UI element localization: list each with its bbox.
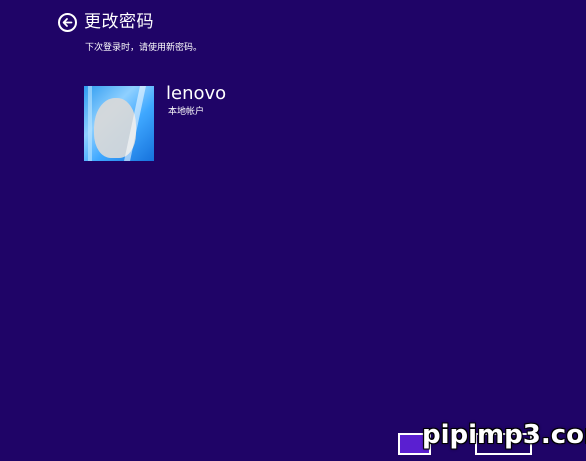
back-button[interactable] xyxy=(58,12,77,32)
avatar-highlight xyxy=(88,86,92,161)
header: 更改密码 xyxy=(58,10,154,34)
watermark-text: pipimp3.com xyxy=(422,420,586,450)
account-username: lenovo xyxy=(166,83,227,104)
back-arrow-icon xyxy=(62,17,73,27)
account-type: 本地帐户 xyxy=(168,107,205,117)
page-title: 更改密码 xyxy=(84,12,154,32)
subtitle-instructions: 下次登录时，请使用新密码。 xyxy=(85,43,203,53)
avatar xyxy=(84,86,154,161)
